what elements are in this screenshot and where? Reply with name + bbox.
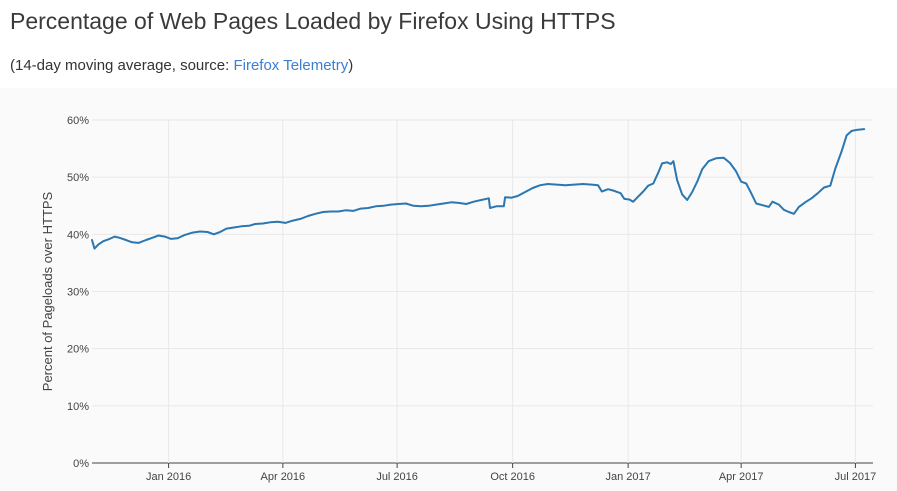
x-tick-label: Oct 2016 [490,471,535,483]
https-series-line [91,128,866,250]
https-line-chart: 0% 10% 20% 30% 40% 50% 60% Jan 2016 Apr 2016 Jul… [40,115,876,483]
x-tick-label: Apr 2016 [261,471,306,483]
x-gridlines [168,120,856,468]
chart-area: 0% 10% 20% 30% 40% 50% 60% Jan 2016 Apr 2016 Jul… [0,88,897,491]
y-tick-label: 20% [67,344,89,356]
x-tick-label: Jan 2017 [606,471,651,483]
y-tick-label: 30% [67,287,89,299]
x-tick-label: Jan 2016 [146,471,191,483]
subtitle-prefix: (14-day moving average, source: [10,57,234,74]
subtitle-suffix: ) [348,57,354,74]
y-gridlines [92,119,873,464]
x-tick-label: Jul 2017 [835,471,877,483]
y-axis-title: Percent of Pageloads over HTTPS [40,191,55,391]
x-axis-ticks: Jan 2016 Apr 2016 Jul 2016 Oct 2016 Jan 2017… [146,471,876,483]
y-tick-label: 60% [67,115,89,127]
series-layer [91,128,866,250]
page: Percentage of Web Pages Loaded by Firefo… [0,0,897,491]
page-title: Percentage of Web Pages Loaded by Firefo… [10,8,616,34]
y-tick-label: 40% [67,229,89,241]
page-subtitle: (14-day moving average, source: Firefox … [10,57,353,74]
firefox-telemetry-link[interactable]: Firefox Telemetry [233,57,348,74]
x-tick-label: Apr 2017 [719,471,764,483]
y-tick-label: 0% [73,458,89,470]
x-tick-label: Jul 2016 [376,471,418,483]
y-tick-label: 50% [67,172,89,184]
y-axis-ticks: 0% 10% 20% 30% 40% 50% 60% [67,115,89,470]
y-tick-label: 10% [67,401,89,413]
